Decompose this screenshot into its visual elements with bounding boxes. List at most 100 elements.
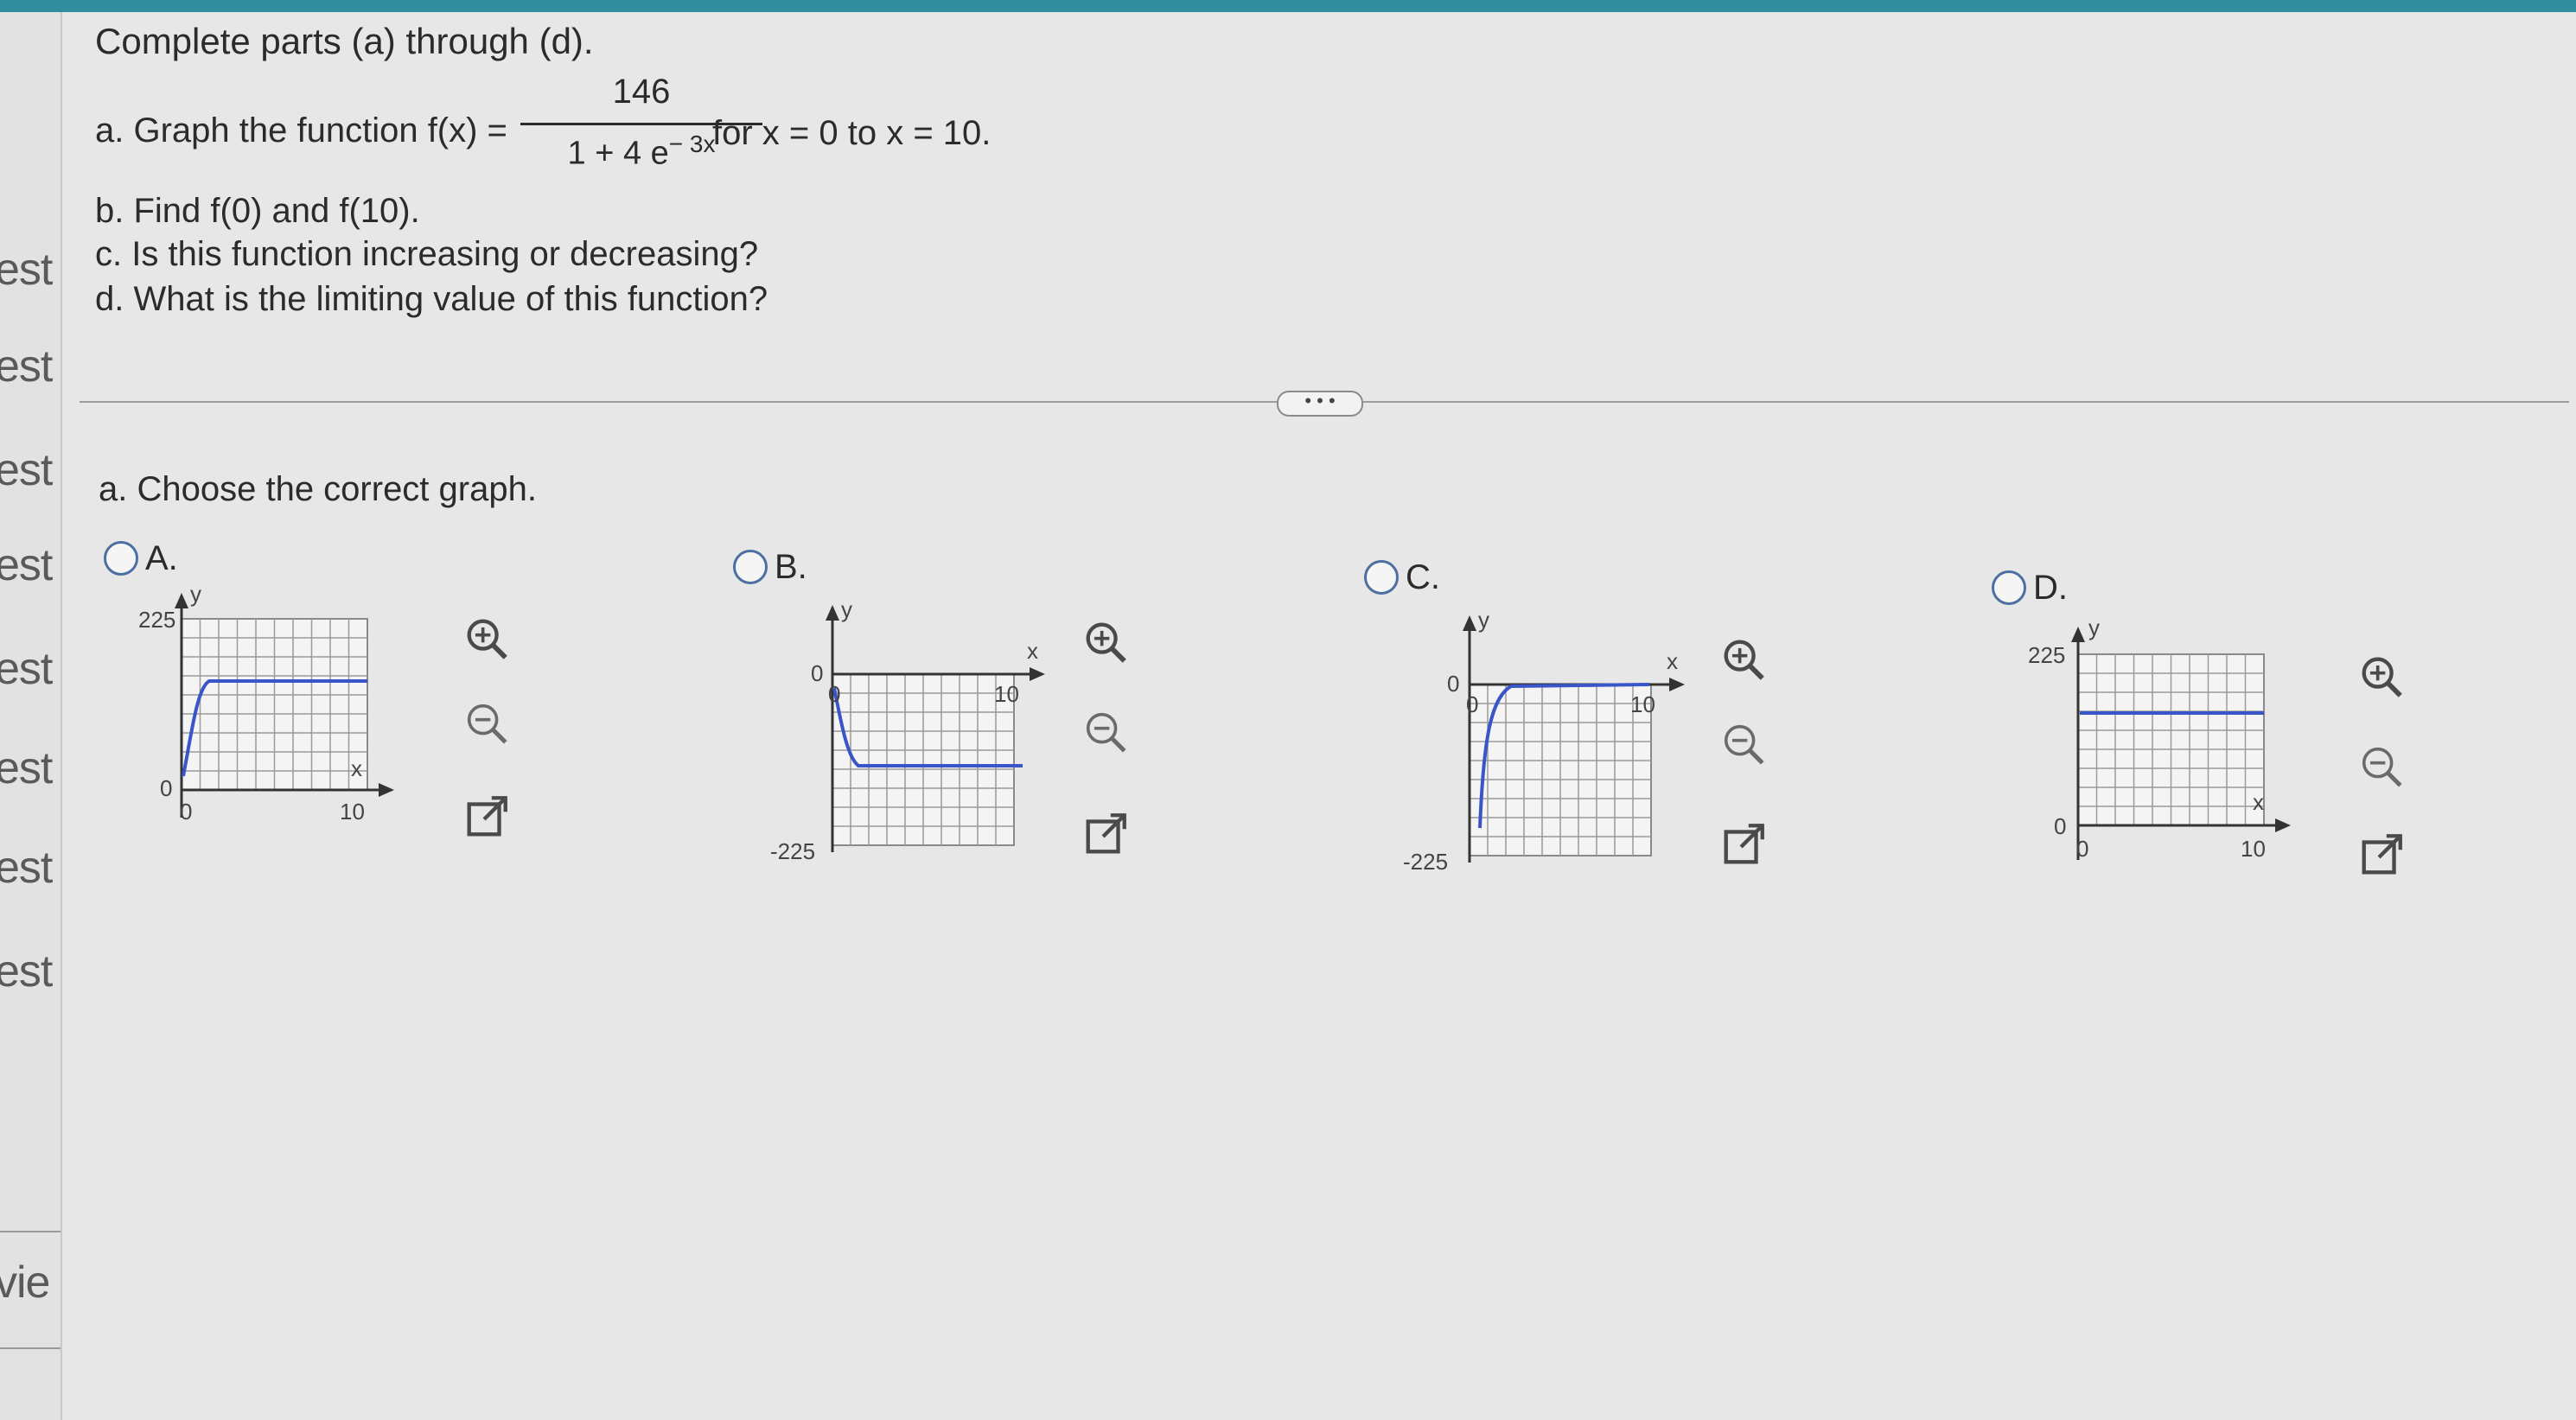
left-sidebar: est est est est est est est est vie: [0, 12, 62, 1420]
x-max-label: 10: [340, 799, 365, 825]
question-part-b: b. Find f(0) and f(10).: [95, 192, 420, 230]
y-max-label: 225: [2028, 642, 2065, 668]
question-intro: Complete parts (a) through (d).: [95, 21, 594, 61]
option-a[interactable]: A. y 225 0 x 0 10: [104, 539, 553, 939]
zoom-in-button[interactable]: [1081, 617, 1131, 667]
zoom-out-icon: [467, 704, 507, 744]
x-origin-label: 0: [1466, 691, 1478, 717]
y-axis-arrow: [1463, 615, 1476, 631]
x-min-label: 0: [2076, 836, 2088, 862]
zoom-in-button[interactable]: [2356, 652, 2407, 702]
option-b-grid: [832, 673, 1015, 846]
zoom-in-button[interactable]: [1718, 634, 1769, 685]
sidebar-item-label[interactable]: est: [0, 742, 53, 794]
sidebar-item-label[interactable]: est: [0, 842, 53, 894]
question-part-a-domain: for x = 0 to x = 10.: [712, 114, 992, 152]
y-bottom-label: -225: [1403, 849, 1448, 875]
sidebar-item-label[interactable]: est: [0, 643, 53, 695]
external-link-icon: [1724, 824, 1764, 864]
sidebar-divider: [0, 1347, 61, 1349]
option-a-letter: A.: [145, 539, 178, 577]
zoom-in-button[interactable]: [462, 614, 512, 664]
sidebar-item-label[interactable]: vie: [0, 1257, 50, 1309]
sidebar-item-label[interactable]: est: [0, 444, 53, 496]
open-graph-button[interactable]: [1081, 809, 1131, 859]
answer-prompt: a. Choose the correct graph.: [99, 470, 537, 508]
zoom-out-icon: [1724, 724, 1764, 765]
y-axis-label: y: [1478, 612, 1489, 633]
option-d-graph: y 225 0 x 0 10: [2028, 618, 2291, 862]
option-b-radio[interactable]: [733, 550, 768, 584]
x-axis-arrow: [2275, 818, 2291, 832]
question-part-a: a. Graph the function f(x) =: [95, 111, 507, 150]
open-graph-button[interactable]: [1718, 819, 1769, 869]
sidebar-item-label[interactable]: est: [0, 539, 53, 591]
y-axis-arrow: [2071, 627, 2085, 642]
sidebar-item-label[interactable]: est: [0, 946, 53, 997]
y-max-label: 225: [138, 607, 175, 633]
y-axis-label: y: [190, 584, 201, 607]
option-a-grid: [181, 618, 368, 791]
x-max-label: 10: [2241, 836, 2266, 862]
external-link-icon: [2362, 834, 2402, 875]
option-d-letter: D.: [2033, 569, 2068, 607]
option-c-letter: C.: [1406, 558, 1440, 596]
x-axis-arrow: [1030, 667, 1045, 681]
option-c-grid: [1469, 684, 1652, 856]
external-link-icon: [1086, 813, 1126, 854]
sidebar-item-label[interactable]: est: [0, 341, 53, 392]
denominator-exponent: − 3x: [668, 131, 716, 157]
zoom-out-button[interactable]: [2356, 742, 2407, 792]
open-graph-button[interactable]: [462, 792, 512, 842]
x-max-label: 10: [1630, 691, 1655, 717]
option-b[interactable]: B. y 0 -225 x 0 10: [733, 548, 1183, 947]
y-top-label: 0: [811, 660, 823, 686]
question-panel: Complete parts (a) through (d). a. Graph…: [62, 12, 2576, 1420]
y-axis-arrow: [175, 593, 188, 608]
zoom-in-icon: [1086, 622, 1126, 663]
option-b-graph: y 0 -225 x 0 10: [770, 602, 1045, 864]
y-axis-label: y: [2088, 618, 2100, 640]
sidebar-item-label[interactable]: est: [0, 244, 53, 296]
zoom-out-button[interactable]: [1718, 719, 1769, 769]
zoom-out-button[interactable]: [1081, 707, 1131, 757]
more-button[interactable]: • • •: [1277, 391, 1363, 417]
y-axis-label: y: [841, 602, 852, 622]
x-min-label: 0: [180, 799, 192, 825]
zoom-in-icon: [2362, 657, 2402, 697]
option-a-radio[interactable]: [104, 541, 138, 576]
question-part-d: d. What is the limiting value of this fu…: [95, 280, 768, 318]
option-d-grid: [2077, 653, 2265, 826]
option-b-letter: B.: [775, 548, 807, 586]
x-axis-arrow: [1669, 678, 1685, 691]
zoom-out-button[interactable]: [462, 698, 512, 748]
zoom-in-icon: [467, 619, 507, 659]
y-min-label: 0: [160, 775, 172, 801]
sidebar-divider: [0, 1231, 61, 1232]
y-axis-arrow: [826, 605, 839, 621]
option-c[interactable]: C. y 0 -225 x 0 10: [1364, 558, 1814, 958]
top-accent-bar: [0, 0, 2576, 12]
question-part-c: c. Is this function increasing or decrea…: [95, 235, 759, 273]
fraction-numerator: 146: [612, 73, 671, 111]
x-axis-label: x: [351, 755, 362, 781]
option-d-radio[interactable]: [1992, 570, 2026, 605]
option-c-graph: y 0 -225 x 0 10: [1403, 612, 1685, 875]
option-a-graph: y 225 0 x 0 10: [138, 584, 394, 825]
y-bottom-label: -225: [770, 838, 815, 864]
zoom-out-icon: [2362, 747, 2402, 787]
y-min-label: 0: [2054, 813, 2066, 839]
x-origin-label: 0: [828, 681, 840, 707]
x-axis-label: x: [1027, 638, 1038, 664]
option-c-radio[interactable]: [1364, 560, 1399, 595]
x-axis-label: x: [1667, 648, 1678, 674]
open-graph-button[interactable]: [2356, 830, 2407, 880]
option-d[interactable]: D. y 225 0 x 0 10: [1992, 569, 2441, 968]
x-axis-label: x: [2253, 789, 2264, 815]
x-axis-arrow: [379, 783, 394, 797]
y-top-label: 0: [1447, 671, 1459, 697]
denominator-base: 1 + 4 e: [567, 135, 669, 172]
zoom-in-icon: [1724, 640, 1764, 680]
x-max-label: 10: [994, 681, 1019, 707]
external-link-icon: [467, 796, 507, 837]
